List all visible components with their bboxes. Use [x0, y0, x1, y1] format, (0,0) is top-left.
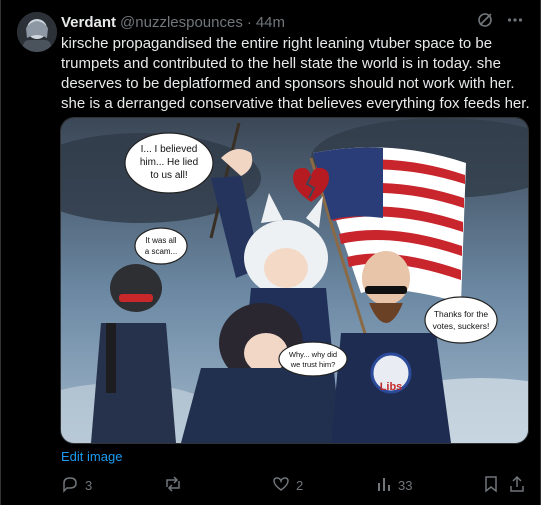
speech-bubble-4: Why... why did we trust him?: [278, 341, 348, 377]
separator: ·: [246, 13, 252, 31]
repost-icon: [163, 475, 183, 496]
action-bar: 3 2 33: [61, 473, 527, 497]
reply-icon: [61, 475, 79, 496]
speech-bubble-3: Thanks for the votes, suckers!: [424, 296, 498, 344]
bookmark-button[interactable]: [483, 473, 499, 497]
bubble-3-line-2: votes, suckers!: [433, 321, 490, 331]
post[interactable]: Verdant @nuzzlespounces · 44m kirsche pr…: [0, 0, 541, 505]
bubble-1-line-3: to us all!: [150, 170, 187, 181]
views-count: 33: [398, 477, 413, 493]
share-button[interactable]: [509, 473, 525, 497]
bubble-1-line-2: him... He lied: [140, 157, 198, 168]
bubble-2-line-1: It was all: [145, 236, 176, 245]
bubble-2-line-2: a scam...: [145, 247, 177, 256]
like-count: 2: [296, 477, 304, 493]
bubble-4-line-1: Why... why did: [289, 350, 337, 359]
repost-button[interactable]: [163, 473, 189, 497]
bubble-3-line-1: Thanks for the: [434, 309, 489, 319]
bubble-4-line-2: we trust him?: [290, 360, 336, 369]
share-icon: [509, 475, 525, 496]
timestamp[interactable]: 44m: [256, 14, 285, 31]
avatar[interactable]: [17, 12, 57, 52]
speech-bubble-1: I... I believed him... He lied to us all…: [124, 132, 214, 194]
speech-bubble-2: It was all a scam...: [134, 227, 188, 265]
like-icon: [272, 475, 290, 496]
edit-image-link[interactable]: Edit image: [61, 449, 122, 464]
post-header: Verdant @nuzzlespounces · 44m: [61, 11, 524, 33]
grok-icon[interactable]: [476, 11, 494, 33]
handle[interactable]: @nuzzlespounces: [120, 14, 243, 31]
bubble-1-line-1: I... I believed: [141, 144, 198, 155]
like-button[interactable]: 2: [272, 473, 303, 497]
badge-text: Libs: [380, 381, 403, 393]
views-button[interactable]: 33: [376, 473, 412, 497]
post-image[interactable]: Libs I... I believed him... He lied to u…: [60, 117, 529, 444]
views-icon: [376, 475, 392, 496]
bookmark-icon: [483, 475, 499, 496]
more-icon[interactable]: [506, 11, 524, 33]
reply-button[interactable]: 3: [61, 473, 92, 497]
reply-count: 3: [85, 477, 93, 493]
display-name[interactable]: Verdant: [61, 14, 116, 31]
post-text: kirsche propagandised the entire right l…: [61, 35, 530, 112]
